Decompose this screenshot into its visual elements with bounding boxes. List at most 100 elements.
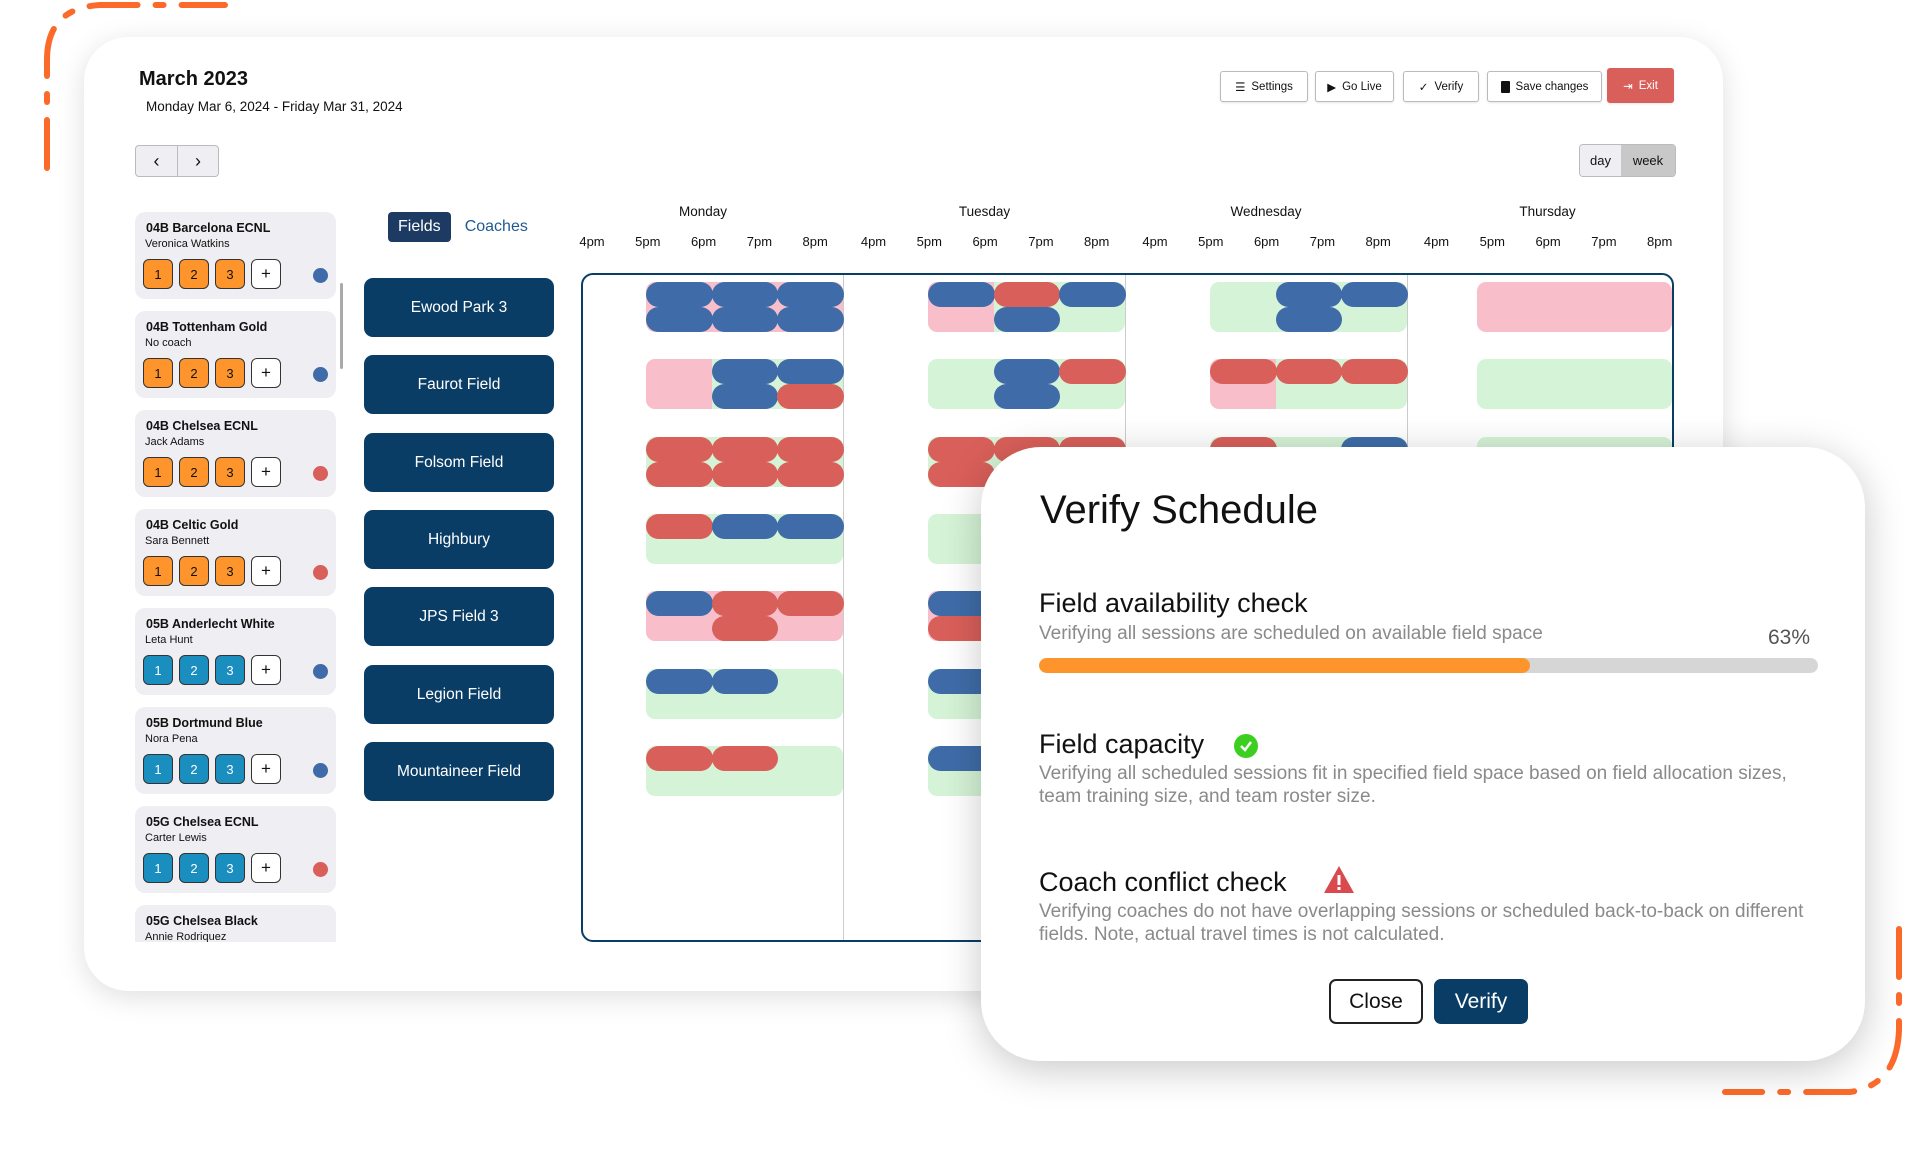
session-pill[interactable] bbox=[777, 359, 844, 385]
session-pill[interactable] bbox=[646, 591, 713, 617]
session-pill[interactable] bbox=[711, 436, 779, 462]
session-badge[interactable]: 1 bbox=[143, 754, 173, 784]
team-card[interactable]: 04B Celtic Gold Sara Bennett 1 2 3 + bbox=[135, 509, 336, 596]
team-card[interactable]: 05B Anderlecht White Leta Hunt 1 2 3 + bbox=[135, 608, 336, 695]
exit-button[interactable]: ⇥ Exit bbox=[1607, 68, 1674, 103]
session-badge[interactable]: 3 bbox=[215, 556, 245, 586]
team-card[interactable]: 04B Chelsea ECNL Jack Adams 1 2 3 + bbox=[135, 410, 336, 497]
add-session-button[interactable]: + bbox=[251, 556, 281, 586]
session-pill[interactable] bbox=[1275, 307, 1343, 332]
field-button[interactable]: Legion Field bbox=[364, 664, 554, 724]
session-pill[interactable] bbox=[646, 436, 713, 462]
session-pill[interactable] bbox=[711, 359, 779, 385]
chevron-right-icon[interactable]: › bbox=[177, 146, 218, 176]
session-pill[interactable] bbox=[993, 359, 1061, 385]
session-pill[interactable] bbox=[777, 384, 844, 410]
team-card[interactable]: 04B Barcelona ECNL Veronica Watkins 1 2 3 + bbox=[135, 212, 336, 299]
session-badge[interactable]: 2 bbox=[179, 556, 209, 586]
view-day-button[interactable]: day bbox=[1580, 145, 1621, 176]
session-pill[interactable] bbox=[993, 282, 1061, 307]
session-pill[interactable] bbox=[711, 461, 779, 487]
session-badge[interactable]: 3 bbox=[215, 655, 245, 685]
session-pill[interactable] bbox=[993, 307, 1061, 332]
session-badge[interactable]: 2 bbox=[179, 457, 209, 487]
session-pill[interactable] bbox=[711, 384, 779, 410]
session-pill[interactable] bbox=[777, 436, 844, 462]
view-week-button[interactable]: week bbox=[1621, 145, 1675, 176]
session-badge[interactable]: 3 bbox=[215, 754, 245, 784]
session-pill[interactable] bbox=[777, 461, 844, 487]
team-list-scrollbar[interactable] bbox=[340, 283, 343, 369]
session-badge[interactable]: 3 bbox=[215, 853, 245, 883]
session-pill[interactable] bbox=[711, 307, 779, 332]
session-badge[interactable]: 1 bbox=[143, 259, 173, 289]
session-pill[interactable] bbox=[1059, 282, 1126, 307]
session-pill[interactable] bbox=[711, 513, 779, 539]
add-session-button[interactable]: + bbox=[251, 754, 281, 784]
session-pill[interactable] bbox=[711, 745, 779, 771]
team-card[interactable]: 05G Chelsea ECNL Carter Lewis 1 2 3 + bbox=[135, 806, 336, 893]
team-card[interactable]: 05B Dortmund Blue Nora Pena 1 2 3 + bbox=[135, 707, 336, 794]
date-range: Monday Mar 6, 2024 - Friday Mar 31, 2024 bbox=[146, 99, 403, 114]
session-pill[interactable] bbox=[928, 436, 995, 462]
session-pill[interactable] bbox=[646, 282, 713, 307]
session-pill[interactable] bbox=[777, 282, 844, 307]
session-pill[interactable] bbox=[646, 513, 713, 539]
session-badge[interactable]: 1 bbox=[143, 358, 173, 388]
team-card[interactable]: 04B Tottenham Gold No coach 1 2 3 + bbox=[135, 311, 336, 398]
session-badge[interactable]: 1 bbox=[143, 457, 173, 487]
session-pill[interactable] bbox=[711, 282, 779, 307]
field-button[interactable]: Mountaineer Field bbox=[364, 741, 554, 801]
session-badge[interactable]: 3 bbox=[215, 358, 245, 388]
session-pill[interactable] bbox=[646, 745, 713, 771]
session-pill[interactable] bbox=[1275, 282, 1343, 307]
check-title-field-availability: Field availability check bbox=[1039, 588, 1308, 618]
session-pill[interactable] bbox=[1059, 359, 1126, 385]
session-pill[interactable] bbox=[646, 307, 713, 332]
add-session-button[interactable]: + bbox=[251, 853, 281, 883]
session-pill[interactable] bbox=[777, 513, 844, 539]
verify-button[interactable]: Verify bbox=[1434, 979, 1528, 1024]
session-badge[interactable]: 2 bbox=[179, 853, 209, 883]
add-session-button[interactable]: + bbox=[251, 259, 281, 289]
add-session-button[interactable]: + bbox=[251, 457, 281, 487]
session-pill[interactable] bbox=[993, 384, 1061, 410]
session-badge[interactable]: 3 bbox=[215, 457, 245, 487]
session-pill[interactable] bbox=[711, 668, 779, 694]
session-pill[interactable] bbox=[711, 616, 779, 642]
session-badge[interactable]: 2 bbox=[179, 259, 209, 289]
session-badge[interactable]: 3 bbox=[215, 259, 245, 289]
chevron-left-icon[interactable]: ‹ bbox=[136, 146, 177, 176]
close-button[interactable]: Close bbox=[1329, 979, 1423, 1024]
settings-button[interactable]: ☰ Settings bbox=[1220, 71, 1308, 102]
tab-coaches[interactable]: Coaches bbox=[465, 218, 528, 236]
team-card[interactable]: 05G Chelsea Black Annie Rodriquez bbox=[135, 905, 336, 942]
session-pill[interactable] bbox=[1341, 359, 1408, 385]
session-badge[interactable]: 1 bbox=[143, 853, 173, 883]
session-pill[interactable] bbox=[646, 668, 713, 694]
session-pill[interactable] bbox=[1275, 359, 1343, 385]
session-pill[interactable] bbox=[711, 591, 779, 617]
field-button[interactable]: Ewood Park 3 bbox=[364, 278, 554, 337]
verify-toolbar-button[interactable]: ✓ Verify bbox=[1403, 71, 1479, 102]
field-button[interactable]: Faurot Field bbox=[364, 355, 554, 415]
session-pill[interactable] bbox=[777, 307, 844, 332]
session-badge[interactable]: 2 bbox=[179, 754, 209, 784]
add-session-button[interactable]: + bbox=[251, 655, 281, 685]
tab-fields[interactable]: Fields bbox=[388, 212, 451, 242]
session-pill[interactable] bbox=[646, 461, 713, 487]
add-session-button[interactable]: + bbox=[251, 358, 281, 388]
field-button[interactable]: Folsom Field bbox=[364, 432, 554, 492]
session-badge[interactable]: 1 bbox=[143, 556, 173, 586]
session-badge[interactable]: 1 bbox=[143, 655, 173, 685]
field-button[interactable]: Highbury bbox=[364, 509, 554, 569]
session-pill[interactable] bbox=[1210, 359, 1277, 385]
field-button[interactable]: JPS Field 3 bbox=[364, 587, 554, 647]
session-pill[interactable] bbox=[1341, 282, 1408, 307]
session-badge[interactable]: 2 bbox=[179, 655, 209, 685]
save-changes-button[interactable]: Save changes bbox=[1487, 71, 1602, 102]
session-badge[interactable]: 2 bbox=[179, 358, 209, 388]
session-pill[interactable] bbox=[777, 591, 844, 617]
go-live-button[interactable]: ▶ Go Live bbox=[1315, 71, 1394, 102]
session-pill[interactable] bbox=[928, 282, 995, 307]
